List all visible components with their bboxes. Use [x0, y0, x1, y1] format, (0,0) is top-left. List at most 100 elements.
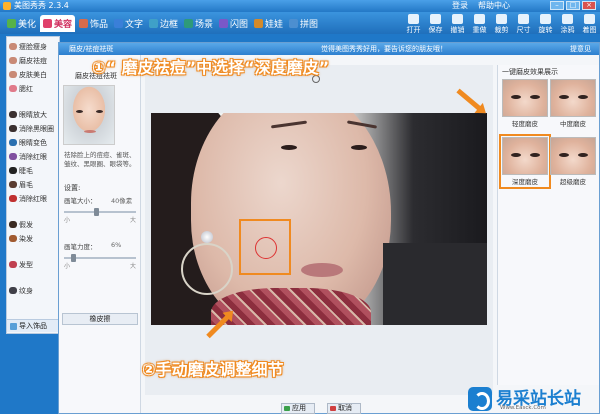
preset-eye — [578, 153, 588, 157]
preset-thumbnail — [550, 79, 596, 117]
preset-super[interactable]: 超级磨皮 — [550, 137, 596, 186]
toolbar: 打开 保存 撤销 重做 裁剪 尺寸 旋转 涂鸦 着图 — [403, 12, 600, 36]
whiten-icon — [9, 71, 17, 78]
flash-icon — [219, 19, 228, 28]
menu-item-eye-shadow[interactable]: 消除红眼 — [9, 151, 47, 162]
cosmetic-menu: 瘦脸瘦身 磨皮祛痘 皮肤美白 腮红 眼睛放大 消除黑眼圈 眼睛变色 消除红眼 睫… — [6, 36, 60, 334]
tab-cosmetic[interactable]: 美容 — [40, 15, 76, 32]
dialog-title: 磨皮/祛痘祛斑 — [69, 45, 114, 53]
photo-collar — [383, 243, 487, 325]
close-icon[interactable]: × — [582, 1, 596, 10]
top-links: 登录 帮助中心 — [452, 0, 510, 12]
menu-item-smooth-skin[interactable]: 磨皮祛痘 — [9, 55, 47, 66]
menu-item-eye-color[interactable]: 眼睛变色 — [9, 137, 47, 148]
preset-title: 一键磨皮效果展示 — [502, 68, 558, 76]
slim-icon — [9, 43, 17, 50]
smooth-skin-icon — [9, 57, 17, 64]
redo-icon — [474, 14, 485, 24]
photo-earring — [181, 243, 233, 295]
share-message[interactable]: 觉得美图秀秀好用，要告诉您的朋友哦！ — [321, 43, 447, 55]
site-logo-icon — [468, 387, 492, 411]
menu-item-red-eye[interactable]: 消除红眼 — [9, 193, 47, 204]
tab-text[interactable]: 文字 — [111, 15, 146, 32]
preset-thumbnail — [502, 137, 548, 175]
color-button[interactable]: 着图 — [579, 12, 600, 36]
photo-eye — [281, 145, 297, 150]
step1-annotation: ①“ 磨皮祛痘”中选择“深度磨皮” — [92, 58, 330, 77]
eye-icon — [9, 125, 17, 132]
tattoo-icon — [9, 287, 17, 294]
tab-collage[interactable]: 拼图 — [286, 15, 321, 32]
cancel-button[interactable]: 取消 — [327, 403, 361, 414]
menu-item-whiten[interactable]: 皮肤美白 — [9, 69, 47, 80]
preset-eye — [511, 95, 521, 99]
import-icon — [10, 323, 17, 330]
tab-flash[interactable]: 闪图 — [216, 15, 251, 32]
photo-eye — [351, 145, 367, 150]
menu-item-lashes[interactable]: 睫毛 — [9, 165, 33, 176]
menu-item-brows[interactable]: 眉毛 — [9, 179, 33, 190]
photo-lips — [301, 263, 343, 277]
preset-medium[interactable]: 中度磨皮 — [550, 79, 596, 128]
rotate-button[interactable]: 旋转 — [535, 12, 556, 36]
accessories-icon — [79, 19, 88, 28]
minimize-icon[interactable]: – — [550, 1, 564, 10]
tab-frame[interactable]: 边框 — [146, 15, 181, 32]
doodle-button[interactable]: 涂鸦 — [557, 12, 578, 36]
dialog-settings-panel: 磨皮祛痘祛斑 祛除脸上的痘痘、雀斑、皱纹、黑眼圈、眼袋等。 设置: 画笔大小： … — [59, 55, 141, 413]
undo-button[interactable]: 撤销 — [447, 12, 468, 36]
sample-mouth — [84, 130, 96, 133]
tab-beautify[interactable]: 美化 — [4, 15, 39, 32]
color-icon — [584, 14, 595, 24]
tab-accessories[interactable]: 饰品 — [76, 15, 111, 32]
size-button[interactable]: 尺寸 — [513, 12, 534, 36]
brush-size-slider[interactable] — [64, 208, 136, 216]
brush-size-label: 画笔大小： — [64, 197, 97, 205]
menu-item-blush[interactable]: 腮红 — [9, 83, 33, 94]
text-icon — [114, 19, 123, 28]
sample-face-image — [63, 85, 115, 145]
site-watermark: 易采站长站 Www.Easck.Com — [468, 384, 600, 414]
menu-item-slim[interactable]: 瘦脸瘦身 — [9, 41, 47, 52]
brush-strength-slider[interactable] — [64, 254, 136, 262]
menu-item-tattoo[interactable]: 纹身 — [9, 285, 33, 296]
brush-size-value: 40像素 — [111, 197, 133, 205]
sample-eye — [76, 110, 83, 113]
maximize-icon[interactable]: □ — [566, 1, 580, 10]
preset-deep[interactable]: 深度磨皮 — [499, 134, 551, 189]
eye-icon — [9, 111, 17, 118]
window-controls: – □ × — [550, 1, 596, 10]
beautify-icon — [7, 19, 16, 28]
redo-button[interactable]: 重做 — [469, 12, 490, 36]
open-button[interactable]: 打开 — [403, 12, 424, 36]
crop-button[interactable]: 裁剪 — [491, 12, 512, 36]
brush-cursor — [255, 237, 277, 259]
tab-scene[interactable]: 场景 — [181, 15, 216, 32]
save-button[interactable]: 保存 — [425, 12, 446, 36]
brush-strength-label: 画笔力度： — [64, 243, 97, 251]
frame-icon — [149, 19, 158, 28]
import-accessory-button[interactable]: 导入饰品 — [7, 319, 59, 332]
menu-item-eye-enlarge[interactable]: 眼睛放大 — [9, 109, 47, 120]
cosmetic-icon — [43, 19, 52, 28]
eye-icon — [9, 195, 17, 202]
apply-button[interactable]: 应用 — [281, 403, 315, 414]
brush-strength-range: 小 大 — [64, 263, 136, 270]
settings-label: 设置: — [64, 184, 81, 192]
open-icon — [408, 14, 419, 24]
preset-light[interactable]: 轻度磨皮 — [502, 79, 548, 128]
tab-doll[interactable]: 娃娃 — [251, 15, 286, 32]
login-link[interactable]: 登录 — [452, 0, 468, 12]
photo-canvas[interactable] — [151, 113, 487, 325]
blush-icon — [9, 85, 17, 92]
scene-icon — [184, 19, 193, 28]
doll-icon — [254, 19, 263, 28]
menu-item-dye-hair[interactable]: 染发 — [9, 233, 33, 244]
help-center-link[interactable]: 帮助中心 — [478, 0, 510, 12]
eraser-button[interactable]: 橡皮擦 — [62, 313, 138, 325]
menu-item-style[interactable]: 发型 — [9, 259, 33, 270]
feedback-link[interactable]: 提意见 — [570, 43, 591, 55]
menu-item-wig[interactable]: 假发 — [9, 219, 33, 230]
preset-eye — [578, 95, 588, 99]
menu-item-dark-circle[interactable]: 消除黑眼圈 — [9, 123, 54, 134]
